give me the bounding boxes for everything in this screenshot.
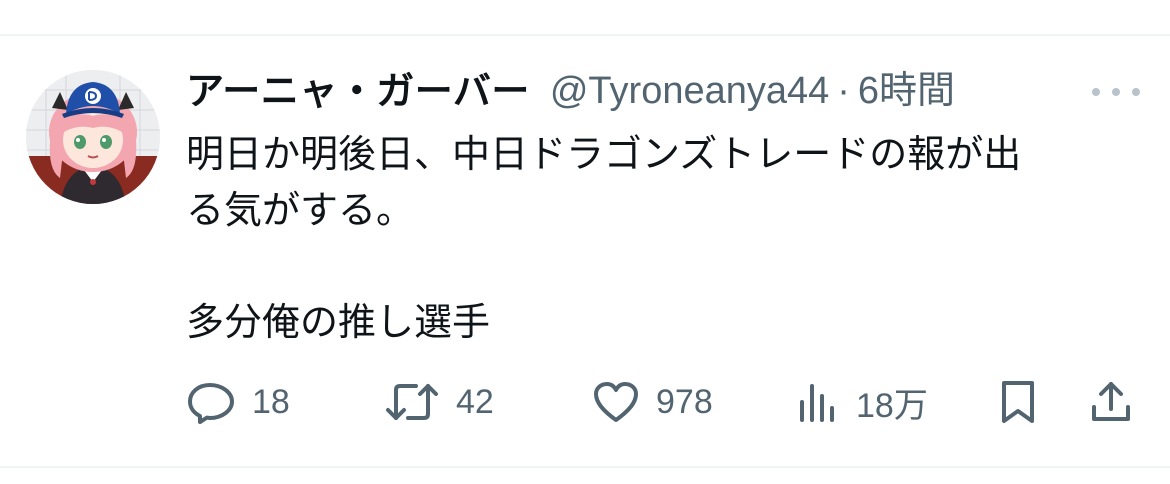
share-button[interactable] xyxy=(1088,372,1134,432)
more-dot-icon xyxy=(1112,88,1120,96)
bookmark-icon xyxy=(1002,381,1034,423)
share-icon xyxy=(1092,382,1130,421)
like-count: 978 xyxy=(656,382,713,421)
avatar-image xyxy=(26,70,160,204)
like-button[interactable]: 978 xyxy=(592,372,713,432)
avatar[interactable] xyxy=(26,70,160,204)
views-chart-icon xyxy=(800,384,834,422)
bottom-divider xyxy=(0,466,1170,468)
more-dot-icon xyxy=(1132,88,1140,96)
tweet-text-line: る気がする。 xyxy=(186,188,415,232)
heart-icon xyxy=(594,382,638,422)
tweet[interactable]: アーニャ・ガーバー @Tyroneanya44 · 6時間 明日か明後日、中日ド… xyxy=(0,36,1170,466)
separator-dot: · xyxy=(837,70,850,112)
retweet-icon xyxy=(386,384,438,420)
reply-button[interactable]: 18 xyxy=(186,372,290,432)
reply-icon xyxy=(188,383,234,424)
tweet-text-line: 明日か明後日、中日ドラゴンズトレードの報が出 xyxy=(186,132,1022,176)
timestamp[interactable]: 6時間 xyxy=(858,66,955,116)
reply-count: 18 xyxy=(252,382,290,421)
display-name[interactable]: アーニャ・ガーバー xyxy=(186,66,530,116)
views-count: 18万 xyxy=(856,386,928,425)
bookmark-button[interactable] xyxy=(998,372,1038,432)
more-dot-icon xyxy=(1092,88,1100,96)
retweet-count: 42 xyxy=(456,382,494,421)
views-button[interactable]: 18万 xyxy=(796,372,928,432)
retweet-button[interactable]: 42 xyxy=(384,372,494,432)
tweet-header: アーニャ・ガーバー @Tyroneanya44 · 6時間 xyxy=(186,66,955,116)
tweet-text-line: 多分俺の推し選手 xyxy=(186,300,491,344)
more-options-button[interactable] xyxy=(1092,82,1140,102)
action-bar: 18 42 978 18万 xyxy=(0,372,1170,432)
tweet-text: 明日か明後日、中日ドラゴンズトレードの報が出 る気がする。 多分俺の推し選手 xyxy=(186,126,1116,350)
user-handle[interactable]: @Tyroneanya44 xyxy=(550,66,829,116)
